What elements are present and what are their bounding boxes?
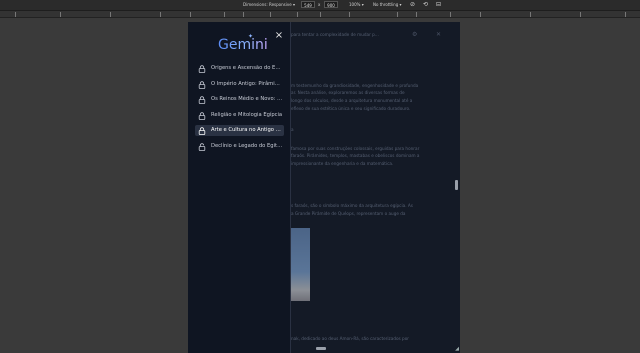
device-ruler xyxy=(0,11,640,18)
bg-text-line: s faraós, são o símbolo máximo da arquit… xyxy=(291,203,413,208)
dimensions-dropdown[interactable]: Dimensions: Responsive ▾ xyxy=(243,1,295,9)
lock-icon xyxy=(198,96,206,104)
lock-open-icon xyxy=(198,143,206,151)
bg-text-line: nak, dedicado ao deus Amon-Rá, são carac… xyxy=(291,336,410,341)
chevron-down-icon: ▾ xyxy=(361,2,364,7)
height-input[interactable]: 900 xyxy=(324,1,338,8)
close-icon: ✕ xyxy=(436,31,442,38)
sidebar-divider xyxy=(290,22,291,353)
lock-icon xyxy=(198,81,206,89)
bg-text-line: m testemunho da grandiosidade, engenhosi… xyxy=(291,83,419,88)
sidebar-item-label: Religião e Mitologia Egípcia xyxy=(211,112,283,118)
bg-text-line: para tentar a complexidade de mudar p... xyxy=(291,32,379,37)
ruler-tick xyxy=(480,12,481,17)
sidebar-item-label: Os Reinos Médio e Novo: Expansão xyxy=(211,96,283,102)
bg-text-line: eflexo de sua estética única e seu signi… xyxy=(291,106,411,111)
pyramid-image xyxy=(291,228,310,301)
bg-text-line: a Grande Pirâmide de Quéops, representam… xyxy=(291,211,406,216)
eyedropper-icon[interactable]: ⊘ xyxy=(410,1,415,9)
bg-text-line: faraós. Pirâmides, templos, mastabas e o… xyxy=(291,153,420,158)
ruler-tick xyxy=(625,12,626,17)
sidebar-item-label: O Império Antigo: Pirâmides e Faraós xyxy=(211,81,283,87)
dock-icon[interactable]: ⊟ xyxy=(436,1,441,9)
bg-text-line: famosa por suas construções colossais, e… xyxy=(291,146,420,151)
rotate-icon[interactable]: ⟲ xyxy=(423,1,428,9)
bg-text-line: ar. Nesta análise, exploraremos as diver… xyxy=(291,90,405,95)
throttling-dropdown[interactable]: No throttling ▾ xyxy=(373,1,402,9)
zoom-label: 100% xyxy=(349,2,361,7)
ruler-tick xyxy=(297,12,298,17)
sidebar-item-label: Arte e Cultura no Antigo Egito xyxy=(211,127,283,133)
dimensions-label: Dimensions: Responsive xyxy=(243,2,292,7)
device-viewport: para tentar a complexidade de mudar p...… xyxy=(188,22,460,353)
sidebar-item-declinio[interactable]: Declínio e Legado do Egito Antigo xyxy=(195,141,284,152)
lock-icon xyxy=(198,112,206,120)
chevron-down-icon: ▾ xyxy=(399,2,402,7)
sidebar-drawer: × Gemini ✦ Origens e Ascensão do Egito A… xyxy=(188,22,291,353)
close-icon: × xyxy=(274,30,284,41)
ruler-tick xyxy=(450,12,451,17)
ruler-tick xyxy=(60,12,61,17)
ruler-tick xyxy=(110,12,111,17)
ruler-tick xyxy=(320,12,321,17)
vertical-scrollbar[interactable] xyxy=(455,180,458,190)
ruler-tick xyxy=(190,12,191,17)
ruler-tick xyxy=(397,12,398,17)
sidebar-item-origens[interactable]: Origens e Ascensão do Egito Antigo xyxy=(195,63,284,74)
bg-text-line: impressionante da engenharia e da matemá… xyxy=(291,161,394,166)
lock-icon xyxy=(198,65,206,73)
ruler-tick xyxy=(243,12,244,17)
width-input[interactable]: 549 xyxy=(301,1,315,8)
bg-text-line: longo dos séculos, desde a arquitetura m… xyxy=(291,98,413,103)
resize-handle-bottom[interactable] xyxy=(316,347,326,350)
sidebar-item-arte-cultura[interactable]: Arte e Cultura no Antigo Egito xyxy=(195,125,284,136)
bg-heading: a xyxy=(291,127,294,132)
dimension-separator: x xyxy=(318,2,321,7)
sidebar-item-reinos[interactable]: Os Reinos Médio e Novo: Expansão xyxy=(195,94,284,105)
sidebar-item-imperio-antigo[interactable]: O Império Antigo: Pirâmides e Faraós xyxy=(195,79,284,90)
ruler-tick xyxy=(160,12,161,17)
ruler-tick xyxy=(580,12,581,17)
ruler-tick xyxy=(530,12,531,17)
gemini-logo: Gemini xyxy=(218,37,268,53)
ruler-tick xyxy=(270,12,271,17)
close-sidebar-button[interactable]: × xyxy=(274,31,284,41)
ruler-tick xyxy=(15,12,16,17)
settings-icon: ⚙ xyxy=(412,31,418,38)
zoom-dropdown[interactable]: 100% ▾ xyxy=(349,1,364,9)
sidebar-item-label: Origens e Ascensão do Egito Antigo xyxy=(211,65,283,71)
ruler-tick xyxy=(224,12,225,17)
throttling-label: No throttling xyxy=(373,2,399,7)
ruler-tick xyxy=(416,12,417,17)
sidebar-item-label: Declínio e Legado do Egito Antigo xyxy=(211,143,283,149)
sidebar-item-religiao[interactable]: Religião e Mitologia Egípcia xyxy=(195,110,284,121)
device-toolbar: Dimensions: Responsive ▾ 549 x 900 100% … xyxy=(0,0,640,11)
resize-corner-icon[interactable]: ◢ xyxy=(455,347,459,352)
lock-icon xyxy=(198,127,206,135)
sparkle-icon: ✦ xyxy=(248,33,254,40)
ruler-tick xyxy=(349,12,350,17)
chevron-down-icon: ▾ xyxy=(292,2,295,7)
